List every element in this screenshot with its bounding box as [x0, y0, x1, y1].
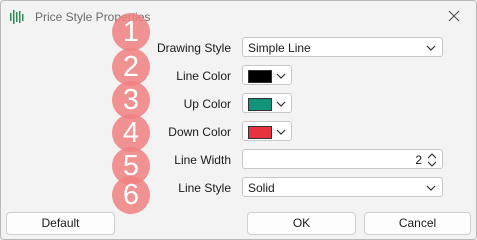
down-color-swatch [248, 126, 272, 139]
line-style-select[interactable]: Solid [242, 177, 443, 197]
chevron-down-icon [426, 185, 436, 191]
down-color-label: Down Color [168, 125, 231, 139]
chevron-down-icon [276, 129, 286, 135]
line-width-value: 2 [415, 153, 422, 167]
spinner-arrows-icon[interactable] [427, 153, 437, 167]
drawing-style-value: Simple Line [248, 41, 311, 55]
title-bar: Price Style Properties [1, 1, 476, 31]
up-color-picker[interactable] [242, 93, 292, 113]
line-width-spinner[interactable]: 2 [242, 149, 443, 169]
step-badge-6: 6 [112, 176, 150, 214]
drawing-style-label: Drawing Style [156, 41, 231, 55]
row-line-style: Line Style Solid [1, 177, 476, 199]
cancel-button[interactable]: Cancel [364, 212, 471, 235]
line-color-swatch [248, 70, 272, 83]
line-color-picker[interactable] [242, 65, 292, 85]
line-width-label: Line Width [174, 153, 231, 167]
chevron-down-icon [276, 101, 286, 107]
default-button[interactable]: Default [6, 212, 115, 235]
dialog-window: Price Style Properties Drawing Style Sim… [0, 0, 477, 240]
row-drawing-style: Drawing Style Simple Line [1, 37, 476, 59]
chevron-down-icon [276, 73, 286, 79]
chart-bars-icon [10, 10, 24, 24]
row-line-color: Line Color [1, 65, 476, 87]
line-color-label: Line Color [176, 69, 231, 83]
down-color-picker[interactable] [242, 121, 292, 141]
up-color-swatch [248, 98, 272, 111]
step-badge-1: 1 [112, 13, 150, 51]
chevron-down-icon [426, 45, 436, 51]
line-style-value: Solid [248, 181, 275, 195]
close-button[interactable] [440, 5, 468, 27]
up-color-label: Up Color [183, 97, 231, 111]
line-style-label: Line Style [178, 181, 231, 195]
close-icon [448, 10, 460, 22]
ok-button[interactable]: OK [247, 212, 356, 235]
row-up-color: Up Color [1, 93, 476, 115]
row-line-width: Line Width 2 [1, 149, 476, 171]
row-down-color: Down Color [1, 121, 476, 143]
drawing-style-select[interactable]: Simple Line [242, 37, 443, 57]
